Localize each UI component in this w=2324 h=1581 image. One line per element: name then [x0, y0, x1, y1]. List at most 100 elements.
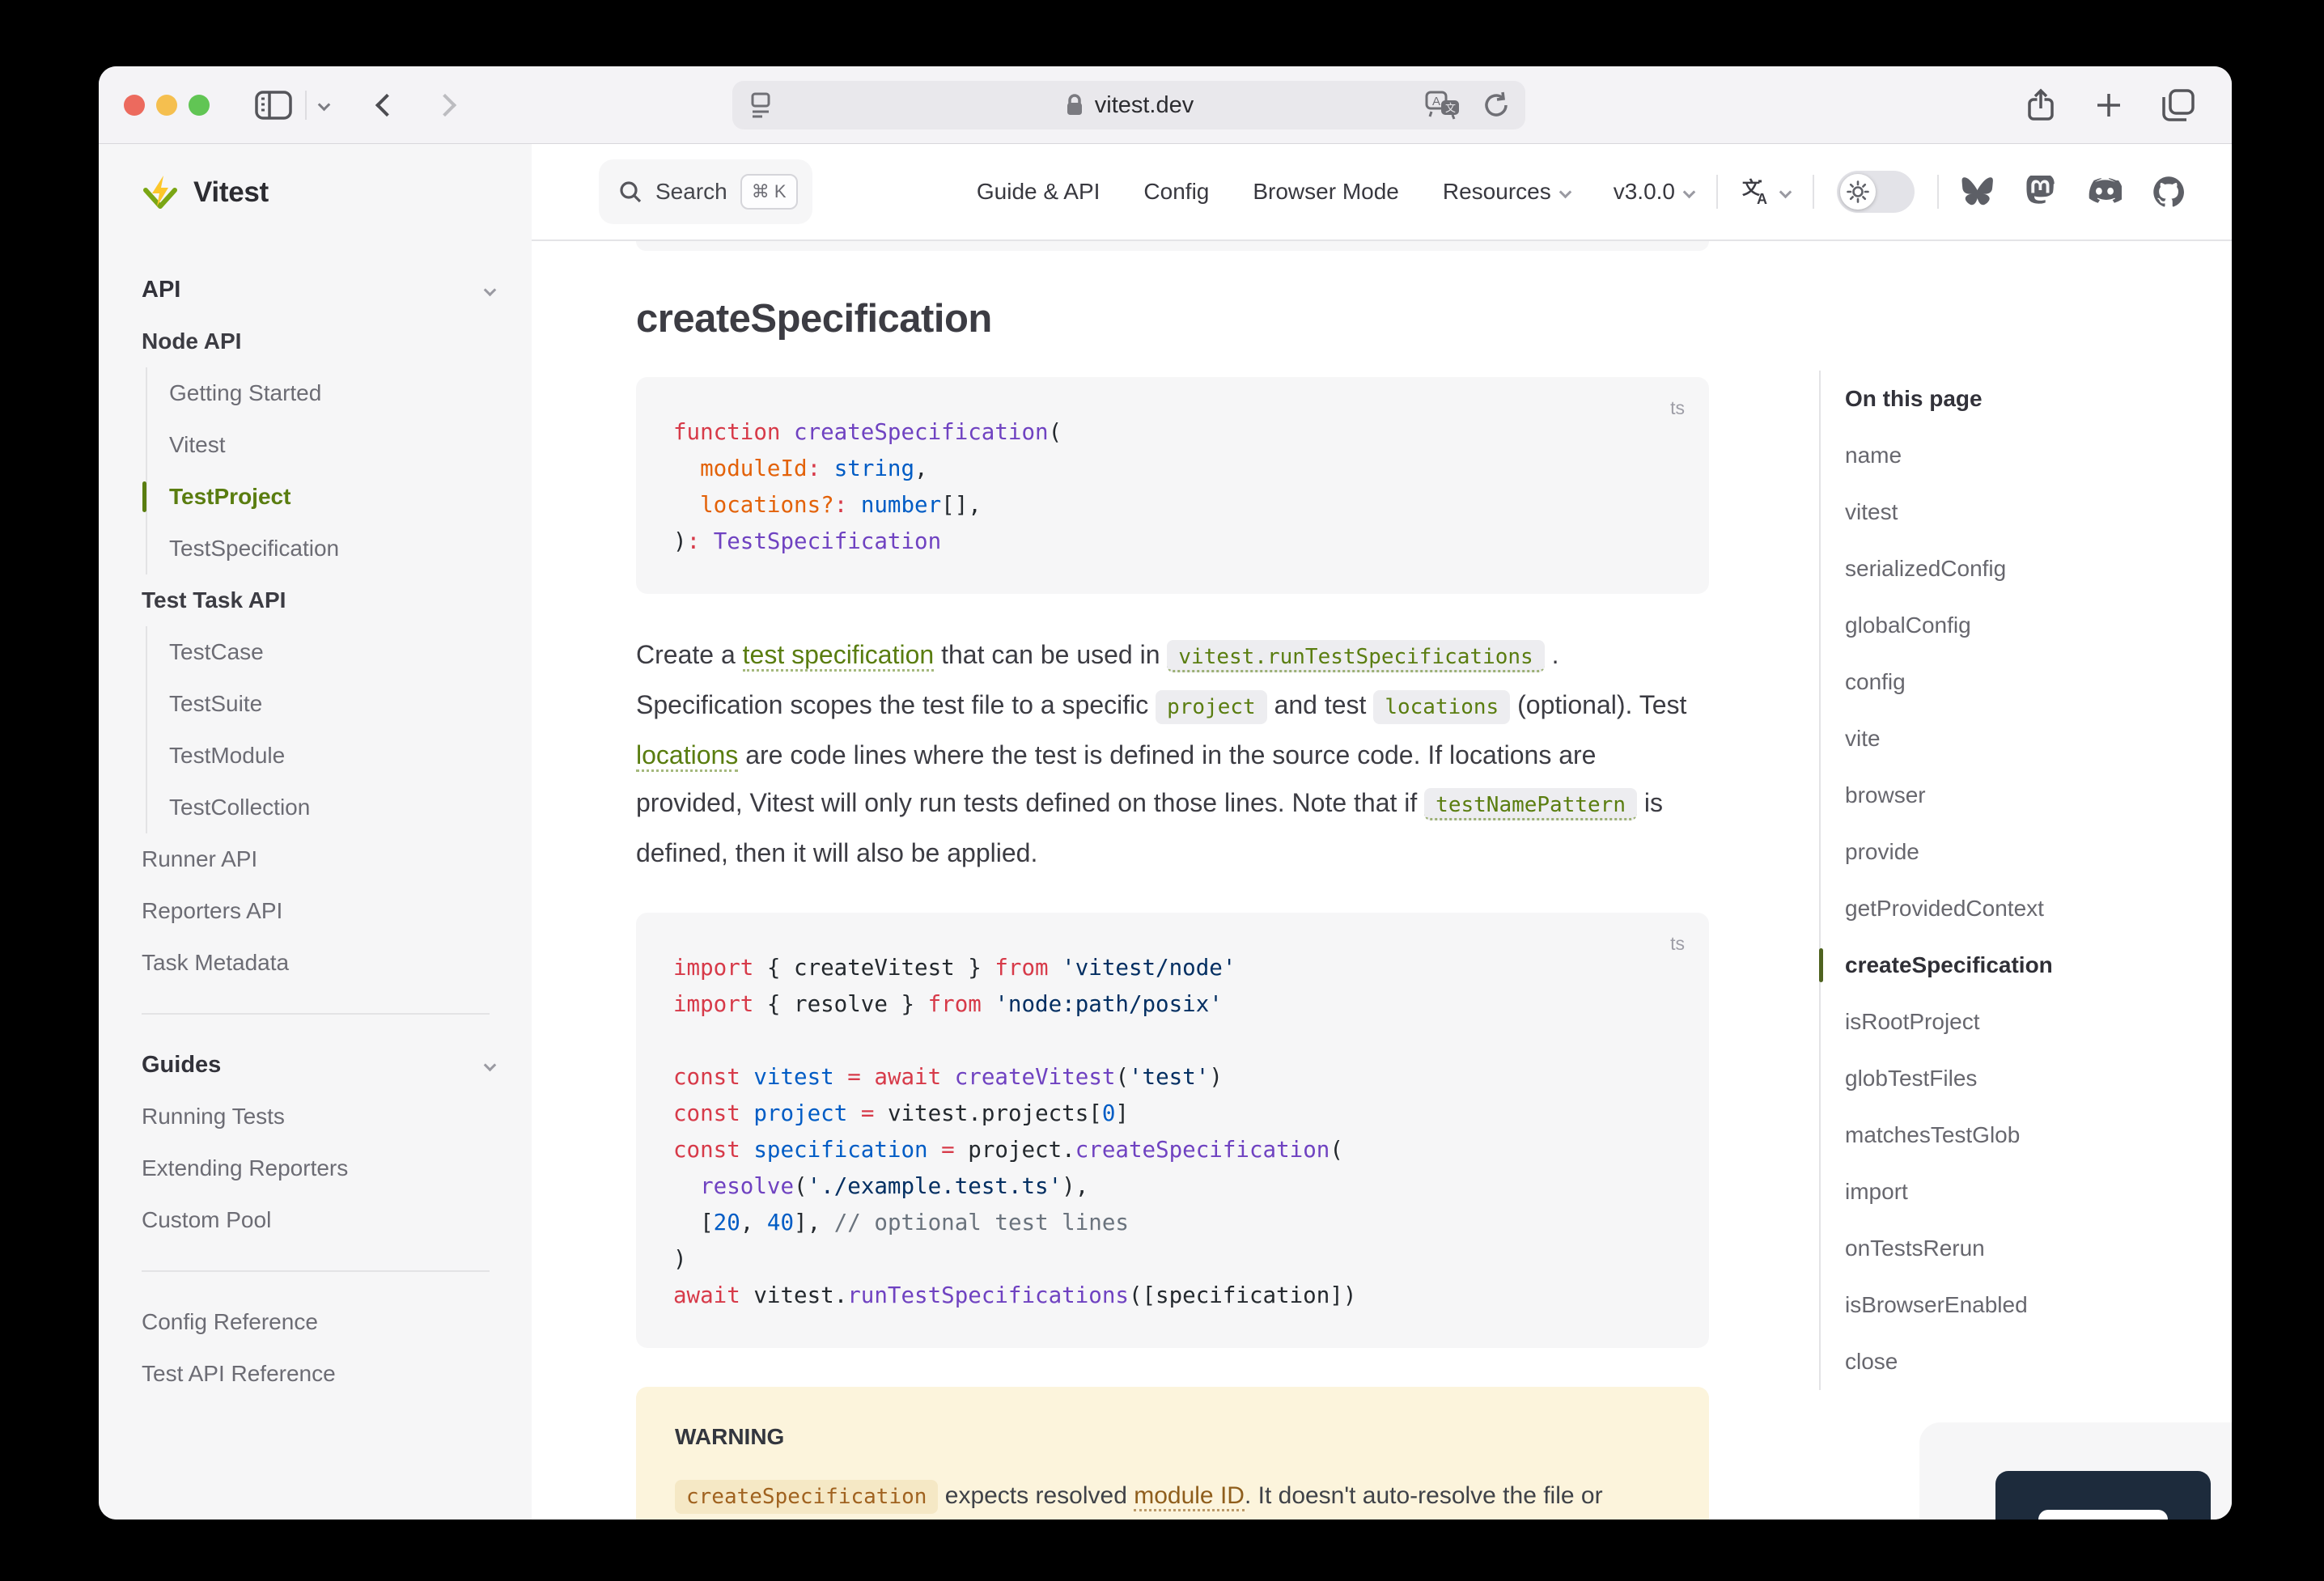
nav-link-label: Config	[1143, 179, 1209, 205]
aside-item-globtestfiles[interactable]: globTestFiles	[1845, 1050, 2207, 1107]
language-menu[interactable]: 文A	[1741, 176, 1790, 207]
sidebar-section-api[interactable]: API	[142, 264, 494, 316]
reload-button[interactable]	[1482, 91, 1511, 120]
aside-item-import[interactable]: import	[1845, 1163, 2207, 1220]
forward-button[interactable]	[437, 97, 453, 113]
zoom-window-button[interactable]	[189, 95, 210, 116]
code-token: :	[687, 528, 701, 554]
code-line: ): TestSpecification	[673, 523, 1672, 560]
search-label: Search	[655, 179, 727, 205]
aside-item-name[interactable]: name	[1845, 427, 2207, 484]
aside-item-vite[interactable]: vite	[1845, 710, 2207, 767]
tab-overview-button[interactable]	[2161, 87, 2196, 123]
reader-view-icon[interactable]	[747, 91, 774, 120]
sidebar-item-testspecification[interactable]: TestSpecification	[169, 523, 494, 574]
sidebar-item-runner-api[interactable]: Runner API	[142, 833, 494, 885]
url-bar[interactable]: vitest.dev A文	[732, 81, 1525, 129]
bluesky-link[interactable]	[1961, 177, 1994, 206]
search-button[interactable]: Search ⌘ K	[599, 159, 812, 224]
previous-code-block-edge	[636, 241, 1709, 251]
aside-item-createspecification[interactable]: createSpecification	[1845, 937, 2207, 994]
sidebar-label: Reporters API	[142, 898, 282, 924]
chevron-down-icon	[1779, 185, 1792, 198]
aside-item-serializedconfig[interactable]: serializedConfig	[1845, 540, 2207, 597]
close-window-button[interactable]	[124, 95, 145, 116]
inline-code-locations[interactable]: locations	[1373, 690, 1510, 724]
sidebar-item-running-tests[interactable]: Running Tests	[142, 1091, 494, 1142]
sidebar-item-node-api[interactable]: Node API	[142, 316, 494, 367]
new-tab-button[interactable]	[2094, 91, 2123, 120]
warning-link-module-id[interactable]: module ID	[1134, 1482, 1245, 1511]
nav-link-v3-0-0[interactable]: v3.0.0	[1614, 179, 1694, 205]
code-token: [],	[941, 492, 982, 518]
nav-divider	[1937, 175, 1939, 209]
sidebar-toggle-button[interactable]	[255, 90, 292, 121]
sidebar-item-task-metadata[interactable]: Task Metadata	[142, 937, 494, 989]
aside-item-getprovidedcontext[interactable]: getProvidedContext	[1845, 880, 2207, 937]
sidebar-item-config-reference[interactable]: Config Reference	[142, 1296, 494, 1348]
sidebar-divider	[142, 1013, 490, 1015]
warning-title: WARNING	[675, 1424, 1670, 1450]
mastodon-link[interactable]	[2025, 176, 2055, 208]
code-token: ),	[1062, 1173, 1088, 1199]
sidebar-item-reporters-api[interactable]: Reporters API	[142, 885, 494, 937]
sidebar-item-testproject[interactable]: TestProject	[169, 471, 494, 523]
mastodon-icon	[2025, 176, 2055, 208]
inline-code-link-testnamepattern[interactable]: testNamePattern	[1424, 788, 1637, 820]
sidebar-item-vitest[interactable]: Vitest	[169, 419, 494, 471]
sidebar-item-testsuite[interactable]: TestSuite	[169, 678, 494, 730]
sidebar-item-testcollection[interactable]: TestCollection	[169, 782, 494, 833]
code-search-laptop-illustration: </>	[2014, 1502, 2192, 1520]
inline-link-locations[interactable]: locations	[636, 740, 738, 772]
nav-link-guide-api[interactable]: Guide & API	[977, 179, 1101, 205]
aside-item-isbrowserenabled[interactable]: isBrowserEnabled	[1845, 1277, 2207, 1333]
search-icon	[618, 180, 642, 204]
logo[interactable]: Vitest	[99, 144, 532, 241]
sidebar-item-testmodule[interactable]: TestModule	[169, 730, 494, 782]
nav-divider	[1813, 175, 1814, 209]
sidebar-label: Node API	[142, 328, 241, 354]
sidebar-item-test-api-reference[interactable]: Test API Reference	[142, 1348, 494, 1400]
aside-item-isrootproject[interactable]: isRootProject	[1845, 994, 2207, 1050]
sidebar-item-test-task-api[interactable]: Test Task API	[142, 574, 494, 626]
back-button[interactable]	[379, 97, 395, 113]
inline-link-test-specification[interactable]: test specification	[743, 640, 935, 672]
aside-item-ontestsrerun[interactable]: onTestsRerun	[1845, 1220, 2207, 1277]
aside-item-globalconfig[interactable]: globalConfig	[1845, 597, 2207, 654]
theme-toggle[interactable]	[1837, 171, 1915, 213]
sidebar-menu-chevron[interactable]	[320, 100, 329, 109]
nav-link-resources[interactable]: Resources	[1443, 179, 1570, 205]
sponsor-banner: </>	[1995, 1471, 2211, 1520]
code-block-signature[interactable]: ts function createSpecification( moduleI…	[636, 377, 1709, 594]
minimize-window-button[interactable]	[156, 95, 177, 116]
code-lang-label: ts	[1670, 390, 1685, 426]
code-token: ]	[1115, 1100, 1129, 1126]
aside-item-close[interactable]: close	[1845, 1333, 2207, 1390]
aside-item-matchestestglob[interactable]: matchesTestGlob	[1845, 1107, 2207, 1163]
share-button[interactable]	[2025, 87, 2057, 123]
aside-item-provide[interactable]: provide	[1845, 824, 2207, 880]
sidebar-item-getting-started[interactable]: Getting Started	[169, 367, 494, 419]
discord-link[interactable]	[2086, 177, 2122, 206]
sidebar-label: Extending Reporters	[142, 1155, 348, 1181]
sidebar-item-extending-reporters[interactable]: Extending Reporters	[142, 1142, 494, 1194]
aside-item-vitest[interactable]: vitest	[1845, 484, 2207, 540]
aside-item-config[interactable]: config	[1845, 654, 2207, 710]
nav-link-config[interactable]: Config	[1143, 179, 1209, 205]
inline-code-link-vitest-runtestspecifications[interactable]: vitest.runTestSpecifications	[1167, 640, 1544, 672]
github-link[interactable]	[2152, 176, 2185, 208]
sidebar-section-guides[interactable]: Guides	[142, 1039, 494, 1091]
sidebar-label: API	[142, 277, 180, 303]
sidebar-item-testcase[interactable]: TestCase	[169, 626, 494, 678]
inline-code-project[interactable]: project	[1156, 690, 1267, 724]
code-token: runTestSpecifications	[847, 1282, 1129, 1308]
nav-link-browser-mode[interactable]: Browser Mode	[1253, 179, 1399, 205]
sidebar-item-custom-pool[interactable]: Custom Pool	[142, 1194, 494, 1246]
code-token	[740, 1137, 754, 1163]
aside-item-browser[interactable]: browser	[1845, 767, 2207, 824]
share-icon	[2025, 87, 2057, 123]
sponsor-card[interactable]: </>	[1919, 1422, 2232, 1520]
translate-button[interactable]: A文	[1425, 91, 1461, 120]
code-block-example[interactable]: ts import { createVitest } from 'vitest/…	[636, 913, 1709, 1348]
code-token: )	[673, 528, 687, 554]
